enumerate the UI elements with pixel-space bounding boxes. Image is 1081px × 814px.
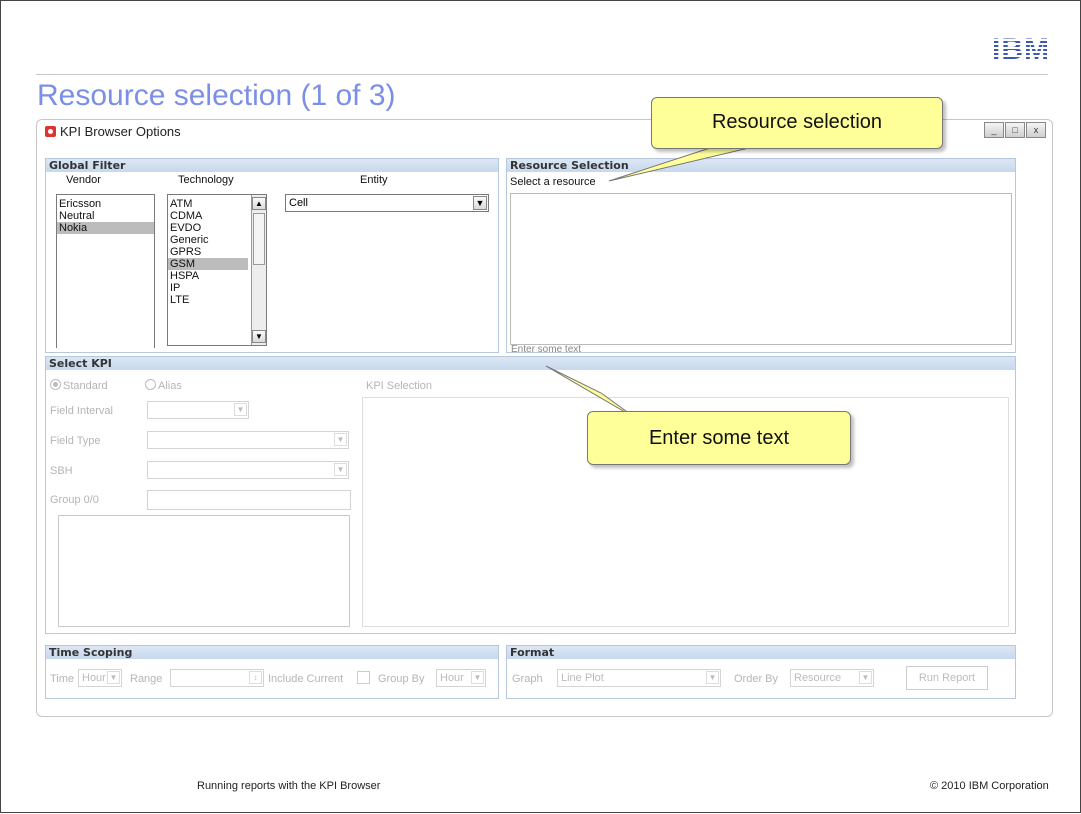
kpi-group-list[interactable] bbox=[58, 515, 350, 627]
chevron-down-icon: ▼ bbox=[334, 463, 347, 476]
ibm-logo: IBM bbox=[992, 33, 1050, 66]
vendor-label: Vendor bbox=[66, 174, 101, 186]
select-resource-label: Select a resource bbox=[510, 176, 596, 188]
vendor-item[interactable]: Ericsson bbox=[57, 198, 154, 210]
global-filter-header: Global Filter bbox=[46, 159, 498, 172]
range-spinner[interactable]: ↕ bbox=[170, 669, 264, 687]
kpi-browser-options-window: KPI Browser Options _ □ x Global Filter … bbox=[36, 119, 1053, 717]
radio-selected-icon bbox=[50, 379, 61, 390]
sbh-label: SBH bbox=[50, 465, 73, 477]
technology-item[interactable]: EVDO bbox=[168, 222, 248, 234]
order-by-value: Resource bbox=[794, 672, 842, 684]
resource-selection-callout: Resource selection bbox=[651, 97, 943, 149]
entity-label: Entity bbox=[360, 174, 388, 186]
technology-item[interactable]: IP bbox=[168, 282, 248, 294]
vendor-list[interactable]: Ericsson Neutral Nokia bbox=[56, 194, 155, 348]
vendor-item[interactable]: Neutral bbox=[57, 210, 154, 222]
field-type-dropdown[interactable]: ▼ bbox=[147, 431, 349, 449]
technology-list[interactable]: ATM CDMA EVDO Generic GPRS GSM HSPA IP L… bbox=[167, 194, 267, 346]
resource-text-input[interactable]: Enter some text bbox=[511, 344, 581, 355]
radio-icon bbox=[145, 379, 156, 390]
chevron-down-icon: ▼ bbox=[334, 433, 347, 446]
graph-value: Line Plot bbox=[561, 672, 604, 684]
field-interval-label: Field Interval bbox=[50, 405, 113, 417]
footer-left: Running reports with the KPI Browser bbox=[197, 780, 381, 792]
window-title-label: KPI Browser Options bbox=[60, 124, 181, 139]
scroll-down-icon[interactable]: ▼ bbox=[252, 330, 266, 343]
chevron-down-icon: ▼ bbox=[706, 671, 719, 684]
include-current-label: Include Current bbox=[268, 673, 344, 685]
chevron-down-icon: ▼ bbox=[471, 671, 484, 684]
window-title: KPI Browser Options bbox=[45, 124, 181, 139]
group-by-value: Hour bbox=[440, 672, 464, 684]
group-by-label: Group By bbox=[378, 673, 425, 685]
global-filter-panel: Global Filter Vendor Technology Entity E… bbox=[45, 158, 499, 353]
select-kpi-header: Select KPI bbox=[46, 357, 1015, 370]
vendor-item-selected[interactable]: Nokia bbox=[57, 222, 154, 234]
group-label: Group 0/0 bbox=[50, 494, 99, 506]
technology-scrollbar[interactable]: ▲ ▼ bbox=[251, 195, 266, 345]
resource-selection-header: Resource Selection bbox=[507, 159, 1015, 172]
top-rule bbox=[36, 74, 1048, 75]
technology-item[interactable]: Generic bbox=[168, 234, 248, 246]
graph-dropdown[interactable]: Line Plot ▼ bbox=[557, 669, 721, 687]
entity-dropdown[interactable]: Cell ▼ bbox=[285, 194, 489, 212]
standard-radio[interactable]: Standard bbox=[50, 379, 108, 392]
order-by-label: Order By bbox=[734, 673, 779, 685]
scroll-thumb[interactable] bbox=[253, 213, 265, 265]
group-input[interactable] bbox=[147, 490, 351, 510]
technology-item[interactable]: GPRS bbox=[168, 246, 248, 258]
chevron-down-icon[interactable]: ▼ bbox=[473, 196, 487, 210]
chevron-down-icon: ▼ bbox=[107, 671, 120, 684]
maximize-icon[interactable]: □ bbox=[1005, 122, 1025, 138]
alias-label: Alias bbox=[158, 380, 182, 392]
field-type-label: Field Type bbox=[50, 435, 101, 447]
format-header: Format bbox=[507, 646, 1015, 659]
order-by-dropdown[interactable]: Resource ▼ bbox=[790, 669, 874, 687]
field-interval-dropdown[interactable]: ▼ bbox=[147, 401, 249, 419]
app-icon bbox=[45, 126, 56, 137]
alias-radio[interactable]: Alias bbox=[145, 379, 182, 392]
technology-item[interactable]: LTE bbox=[168, 294, 248, 306]
footer-right: © 2010 IBM Corporation bbox=[930, 780, 1049, 792]
time-dropdown[interactable]: Hour ▼ bbox=[78, 669, 122, 687]
group-by-dropdown[interactable]: Hour ▼ bbox=[436, 669, 486, 687]
kpi-selection-label: KPI Selection bbox=[366, 380, 433, 392]
resource-list[interactable] bbox=[510, 193, 1012, 345]
chevron-down-icon: ▼ bbox=[859, 671, 872, 684]
callout-text: Resource selection bbox=[711, 111, 883, 133]
entity-value: Cell bbox=[289, 197, 308, 209]
chevron-down-icon: ▼ bbox=[234, 403, 247, 416]
callout-text: Enter some text bbox=[648, 427, 790, 449]
slide: IBM Resource selection (1 of 3) KPI Brow… bbox=[0, 0, 1081, 813]
scroll-up-icon[interactable]: ▲ bbox=[252, 197, 266, 210]
standard-label: Standard bbox=[63, 380, 108, 392]
minimize-icon[interactable]: _ bbox=[984, 122, 1004, 138]
close-icon[interactable]: x bbox=[1026, 122, 1046, 138]
sbh-dropdown[interactable]: ▼ bbox=[147, 461, 349, 479]
technology-item[interactable]: HSPA bbox=[168, 270, 248, 282]
technology-item[interactable]: ATM bbox=[168, 198, 248, 210]
technology-item[interactable]: CDMA bbox=[168, 210, 248, 222]
graph-label: Graph bbox=[512, 673, 543, 685]
run-report-button[interactable]: Run Report bbox=[906, 666, 988, 690]
slide-title: Resource selection (1 of 3) bbox=[37, 79, 396, 112]
enter-text-callout: Enter some text bbox=[587, 411, 851, 465]
time-value: Hour bbox=[82, 672, 106, 684]
include-current-checkbox[interactable] bbox=[357, 671, 370, 684]
range-label: Range bbox=[130, 673, 163, 685]
technology-item-selected[interactable]: GSM bbox=[168, 258, 248, 270]
window-controls: _ □ x bbox=[984, 122, 1046, 138]
time-label: Time bbox=[50, 673, 75, 685]
resource-selection-panel: Resource Selection Select a resource bbox=[506, 158, 1016, 353]
time-scoping-header: Time Scoping bbox=[46, 646, 498, 659]
technology-label: Technology bbox=[178, 174, 234, 186]
spinner-icon: ↕ bbox=[249, 671, 262, 684]
